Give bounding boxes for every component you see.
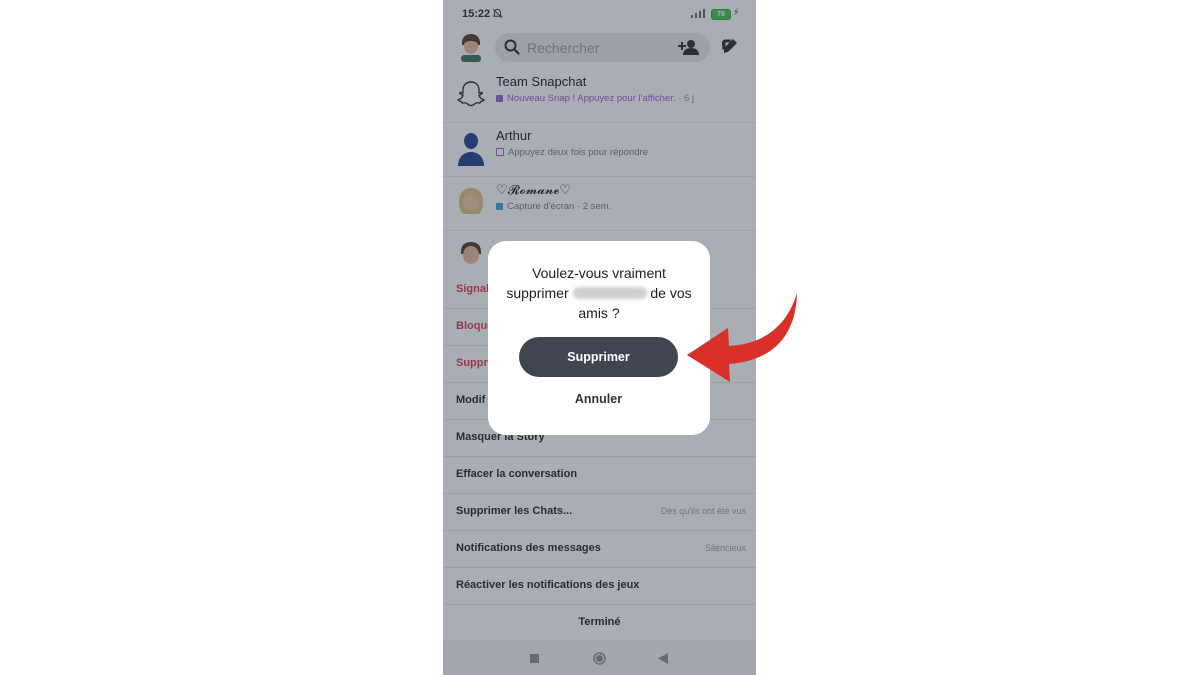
cancel-button[interactable]: Annuler bbox=[519, 392, 678, 406]
remove-friend-dialog: Voulez-vous vraiment supprimer de vos am… bbox=[488, 241, 710, 435]
red-arrow-pointer-icon bbox=[687, 293, 797, 382]
dialog-line-3: amis ? bbox=[578, 305, 620, 321]
dialog-message: Voulez-vous vraiment supprimer de vos am… bbox=[498, 263, 700, 323]
dialog-line-1: Voulez-vous vraiment bbox=[532, 265, 666, 281]
dialog-line-2-start: supprimer bbox=[506, 285, 569, 301]
confirm-remove-button[interactable]: Supprimer bbox=[519, 337, 678, 377]
blurred-username bbox=[572, 287, 647, 299]
